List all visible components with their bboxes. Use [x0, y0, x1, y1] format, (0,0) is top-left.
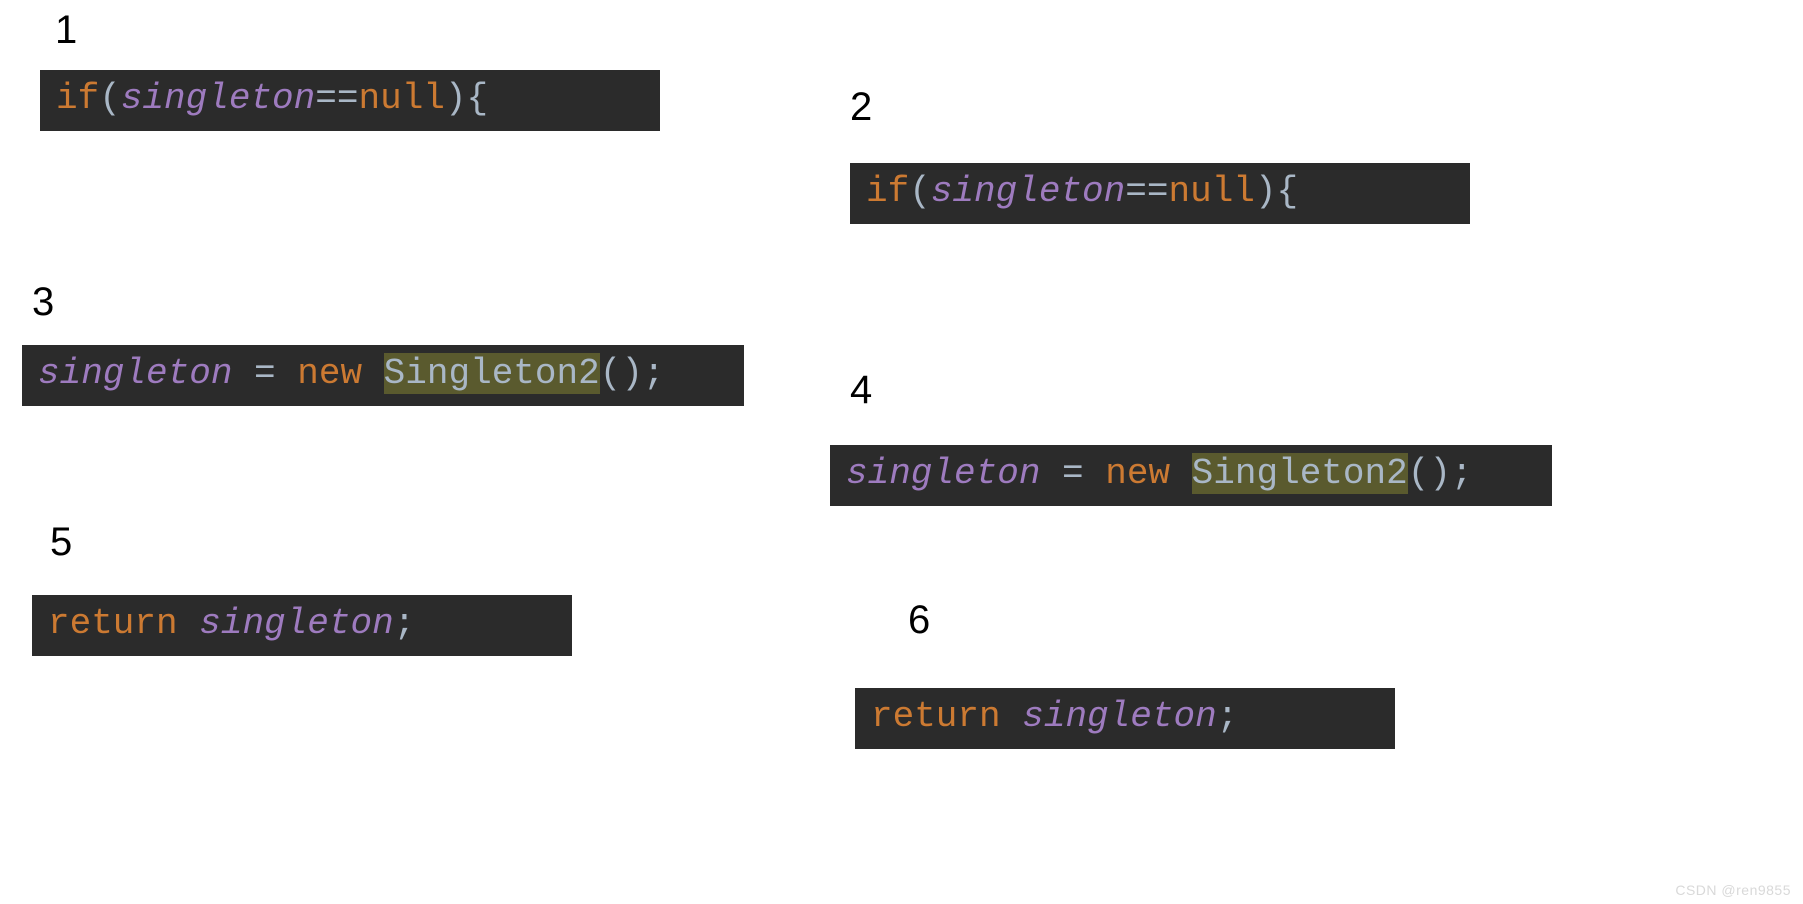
code-block-3: singleton = new Singleton2();: [22, 345, 744, 406]
step-label-5: 5: [50, 520, 72, 565]
code-text-6: return singleton;: [871, 696, 1238, 737]
code-block-5: return singleton;: [32, 595, 572, 656]
code-text-3: singleton = new Singleton2();: [38, 353, 665, 394]
code-text-1: if(singleton==null){: [56, 78, 488, 119]
code-text-2: if(singleton==null){: [866, 171, 1298, 212]
step-label-3: 3: [32, 280, 54, 325]
step-label-2: 2: [850, 85, 872, 130]
code-block-6: return singleton;: [855, 688, 1395, 749]
watermark-text: CSDN @ren9855: [1675, 882, 1791, 898]
step-label-1: 1: [55, 8, 77, 53]
code-block-1: if(singleton==null){: [40, 70, 660, 131]
code-text-4: singleton = new Singleton2();: [846, 453, 1473, 494]
code-block-4: singleton = new Singleton2();: [830, 445, 1552, 506]
code-block-2: if(singleton==null){: [850, 163, 1470, 224]
step-label-6: 6: [908, 598, 930, 643]
step-label-4: 4: [850, 368, 872, 413]
code-text-5: return singleton;: [48, 603, 415, 644]
